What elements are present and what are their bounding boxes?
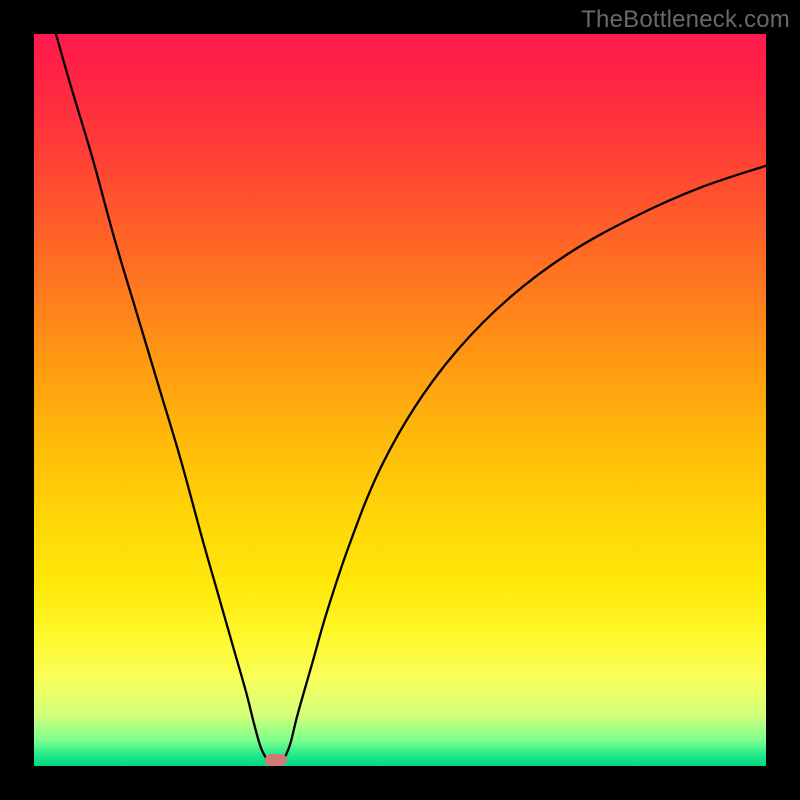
chart-frame: TheBottleneck.com <box>0 0 800 800</box>
optimal-point-marker <box>265 754 287 766</box>
bottleneck-curve <box>34 34 766 766</box>
watermark-text: TheBottleneck.com <box>581 6 790 34</box>
plot-area <box>34 34 766 766</box>
